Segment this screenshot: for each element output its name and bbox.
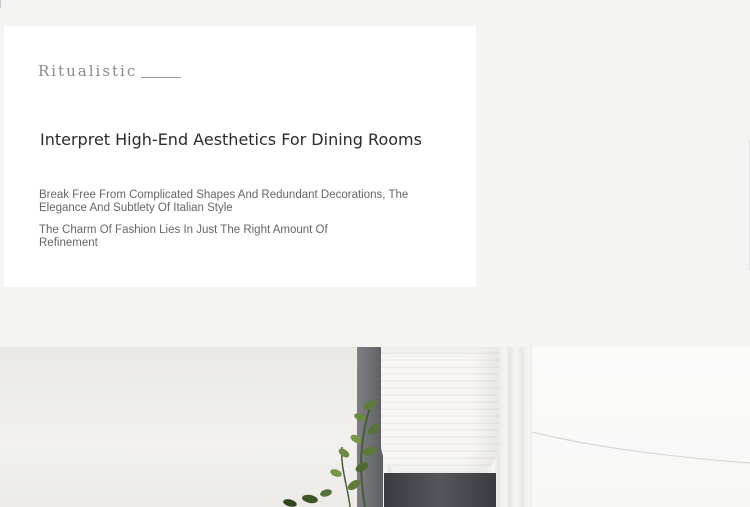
brand-underline bbox=[141, 77, 182, 78]
page-title: Interpret High-End Aesthetics For Dining… bbox=[40, 130, 422, 149]
brand-wordmark: Ritualistic bbox=[38, 62, 138, 80]
description-paragraph: Break Free From Complicated Shapes And R… bbox=[39, 189, 409, 214]
photo-cable bbox=[532, 431, 750, 464]
plant-illustration bbox=[283, 400, 380, 507]
edge-divider bbox=[0, 0, 1, 8]
lamp-shade bbox=[381, 347, 499, 475]
brand-mark: Ritualistic bbox=[38, 62, 182, 80]
text-card: Ritualistic Interpret High-End Aesthetic… bbox=[4, 26, 476, 287]
page: Ritualistic Interpret High-End Aesthetic… bbox=[0, 0, 750, 507]
description-paragraph: The Charm Of Fashion Lies In Just The Ri… bbox=[39, 224, 328, 249]
lamp-base bbox=[384, 473, 496, 507]
product-photo bbox=[0, 347, 750, 507]
